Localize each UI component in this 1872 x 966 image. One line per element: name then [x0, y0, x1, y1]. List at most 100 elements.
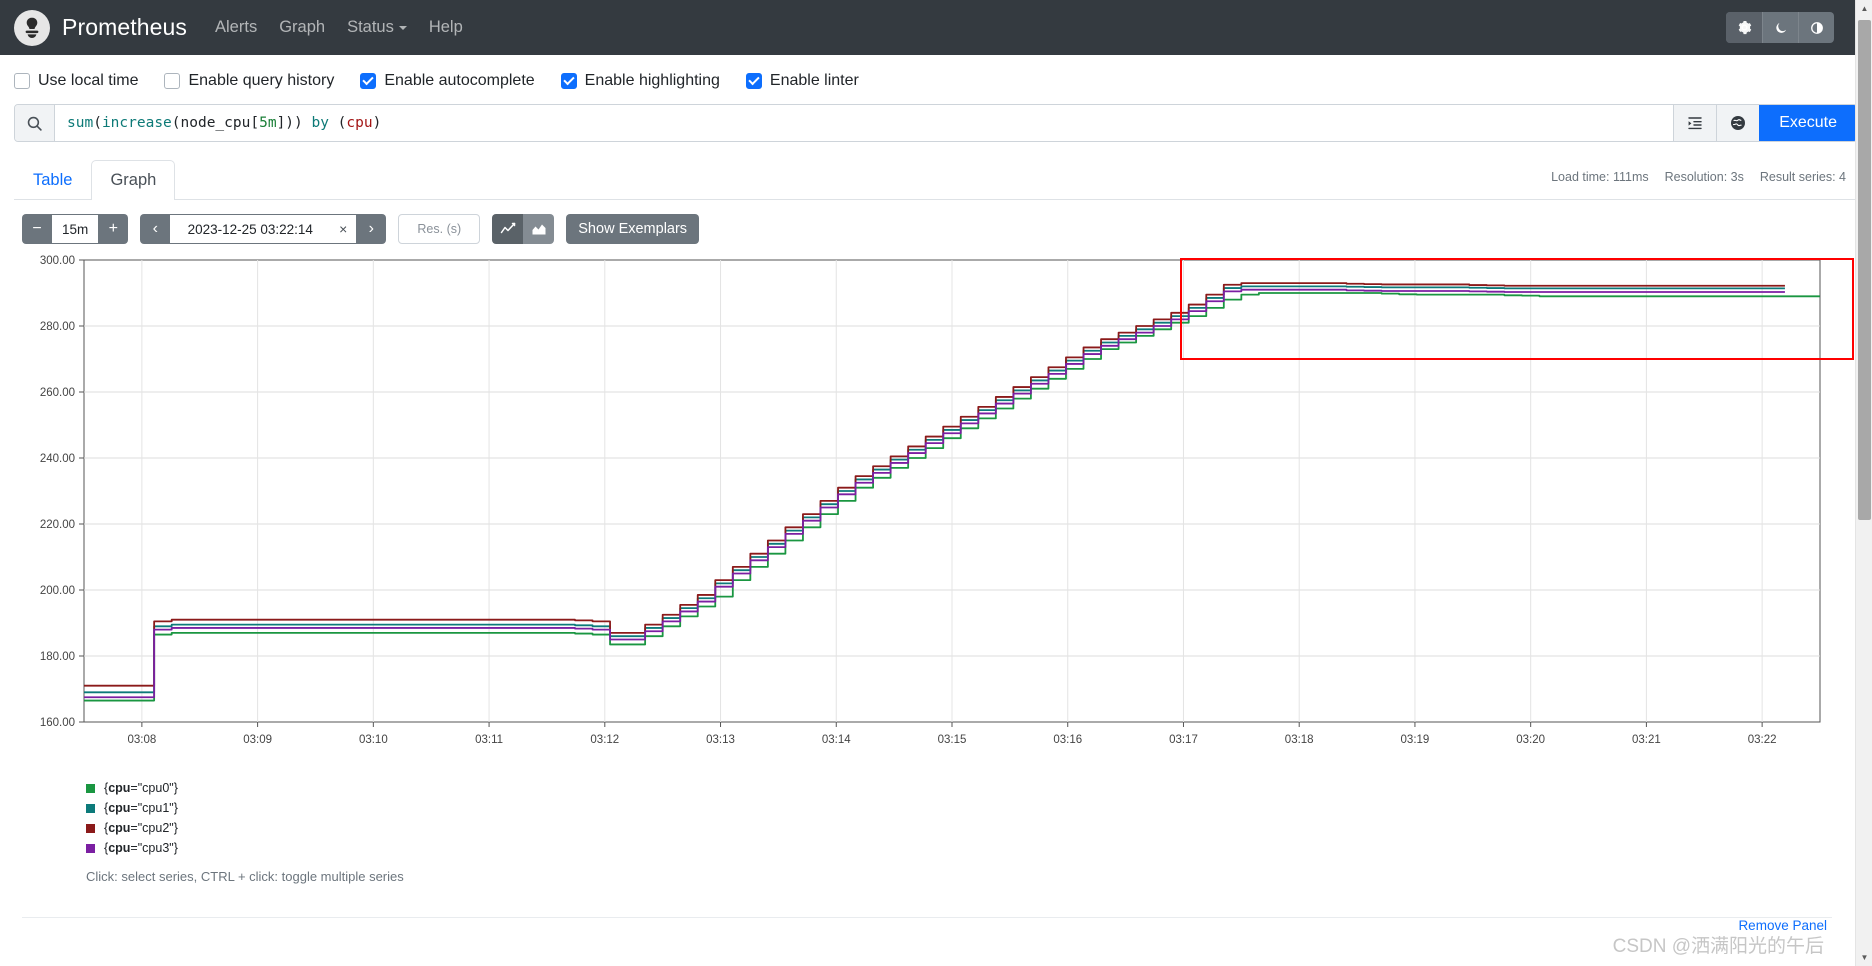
option-label: Enable highlighting [584, 72, 720, 89]
nav-link-help[interactable]: Help [429, 18, 463, 37]
legend-item[interactable]: {cpu="cpu2"} [86, 818, 1872, 838]
option-label: Enable autocomplete [384, 72, 535, 89]
query-token: by [311, 115, 329, 131]
prometheus-logo-icon [14, 9, 50, 46]
query-token: ])) [276, 115, 312, 131]
svg-text:03:12: 03:12 [590, 734, 619, 746]
svg-text:03:20: 03:20 [1516, 734, 1545, 746]
legend-key: cpu [108, 801, 131, 815]
moon-icon[interactable] [1762, 12, 1798, 43]
svg-text:180.00: 180.00 [40, 651, 75, 663]
brand[interactable]: Prometheus [14, 9, 188, 46]
legend-swatch [86, 843, 95, 853]
legend-item[interactable]: {cpu="cpu1"} [86, 798, 1872, 818]
execute-button[interactable]: Execute [1759, 105, 1857, 141]
legend-value: "cpu2" [137, 821, 174, 835]
range-decrease-button[interactable]: − [22, 214, 52, 244]
line-chart-icon[interactable] [492, 214, 524, 244]
resolution: Resolution: 3s [1664, 170, 1744, 184]
svg-text:03:11: 03:11 [475, 734, 503, 746]
svg-text:03:08: 03:08 [127, 734, 156, 746]
tab-table[interactable]: Table [14, 160, 91, 200]
query-input[interactable]: sum(increase(node_cpu[5m])) by (cpu) [55, 105, 1673, 141]
nav-link-status-label: Status [347, 18, 394, 36]
gear-icon[interactable] [1726, 12, 1762, 43]
format-query-icon[interactable] [1673, 105, 1717, 141]
svg-text:03:22: 03:22 [1748, 734, 1777, 746]
svg-text:03:21: 03:21 [1632, 734, 1661, 746]
page-scrollbar[interactable]: ▲ ▼ [1855, 0, 1872, 966]
checkbox-enable-linter[interactable] [745, 73, 762, 89]
time-next-button[interactable]: › [356, 214, 387, 244]
svg-text:260.00: 260.00 [40, 387, 75, 399]
legend-item[interactable]: {cpu="cpu3"} [86, 838, 1872, 858]
svg-text:03:10: 03:10 [359, 734, 388, 746]
svg-text:200.00: 200.00 [40, 585, 75, 597]
scroll-down-icon[interactable]: ▼ [1856, 949, 1872, 966]
time-series-chart[interactable]: 160.00 180.00 200.00 220.00 240.00 260.00 280.… [22, 254, 1842, 764]
time-prev-button[interactable]: ‹ [140, 214, 171, 244]
query-token: cpu [346, 115, 373, 131]
metrics-explorer-globe-icon[interactable] [1716, 105, 1760, 141]
legend-hint: Click: select series, CTRL + click: togg… [86, 869, 404, 884]
scroll-thumb[interactable] [1858, 20, 1871, 520]
nav-link-graph[interactable]: Graph [279, 18, 325, 37]
legend-swatch [86, 823, 95, 833]
checkbox-enable-highlighting[interactable] [560, 73, 577, 89]
half-circle-contrast-icon[interactable] [1798, 12, 1834, 43]
watermark: CSDN @洒满阳光的午后 [1612, 936, 1824, 957]
legend-value: "cpu3" [137, 841, 174, 855]
query-stats: Load time: 111ms Resolution: 3s Result s… [1551, 170, 1846, 184]
query-token: increase [101, 115, 172, 131]
option-label: Enable linter [769, 72, 859, 89]
svg-text:03:18: 03:18 [1285, 734, 1314, 746]
checkbox-enable-query-history[interactable] [164, 73, 181, 89]
show-exemplars-button[interactable]: Show Exemplars [566, 214, 700, 244]
tab-graph[interactable]: Graph [91, 159, 176, 200]
query-token: node_cpu [180, 115, 251, 131]
resolution-input[interactable]: Res. (s) [398, 214, 481, 244]
range-increase-button[interactable]: + [98, 214, 129, 244]
checkbox-enable-autocomplete[interactable] [360, 73, 377, 89]
svg-text:03:16: 03:16 [1053, 734, 1082, 746]
query-token: [ [250, 115, 260, 131]
remove-panel-button[interactable]: Remove Panel [1738, 918, 1827, 933]
legend-key: cpu [108, 821, 131, 835]
time-input[interactable]: 2023-12-25 03:22:14 [170, 214, 331, 244]
legend-label: {cpu="cpu0"} [104, 781, 178, 795]
search-icon [15, 105, 55, 141]
graph-panel: 160.00 180.00 200.00 220.00 240.00 260.00 280.… [0, 254, 1872, 764]
option-label: Enable query history [188, 72, 335, 89]
legend-key: cpu [108, 841, 131, 855]
nav-link-alerts[interactable]: Alerts [215, 18, 257, 37]
svg-text:03:14: 03:14 [822, 734, 851, 746]
option-enable-autocomplete[interactable]: Enable autocomplete [360, 72, 535, 90]
svg-text:03:19: 03:19 [1401, 734, 1430, 746]
option-enable-highlighting[interactable]: Enable highlighting [560, 72, 720, 90]
time-clear-button[interactable]: × [330, 214, 357, 244]
svg-text:280.00: 280.00 [40, 321, 75, 333]
query-options-row: Use local time Enable query history Enab… [0, 55, 1872, 104]
navbar: Prometheus Alerts Graph Status Help [0, 0, 1872, 55]
legend-swatch [86, 783, 95, 793]
nav-links: Alerts Graph Status Help [215, 18, 463, 37]
checkbox-use-local-time[interactable] [14, 73, 30, 89]
query-token: sum [67, 115, 94, 131]
scroll-up-icon[interactable]: ▲ [1856, 0, 1872, 17]
load-time: Load time: 111ms [1551, 170, 1649, 184]
svg-text:220.00: 220.00 [40, 519, 75, 531]
chevron-down-icon [398, 25, 407, 30]
range-value[interactable]: 15m [52, 214, 99, 244]
chart-legend: {cpu="cpu0"} {cpu="cpu1"} {cpu="cpu2"} {… [0, 764, 1872, 884]
query-token: ( [171, 115, 181, 131]
stacked-chart-icon[interactable] [523, 214, 555, 244]
option-enable-linter[interactable]: Enable linter [745, 72, 859, 90]
option-use-local-time[interactable]: Use local time [14, 72, 138, 90]
chart-type-toggle [492, 214, 555, 244]
nav-link-status[interactable]: Status [347, 18, 407, 37]
option-enable-query-history[interactable]: Enable query history [164, 72, 334, 90]
result-series: Result series: 4 [1759, 170, 1846, 184]
brand-name: Prometheus [62, 14, 188, 40]
svg-text:03:15: 03:15 [938, 734, 967, 746]
legend-item[interactable]: {cpu="cpu0"} [86, 778, 1872, 798]
